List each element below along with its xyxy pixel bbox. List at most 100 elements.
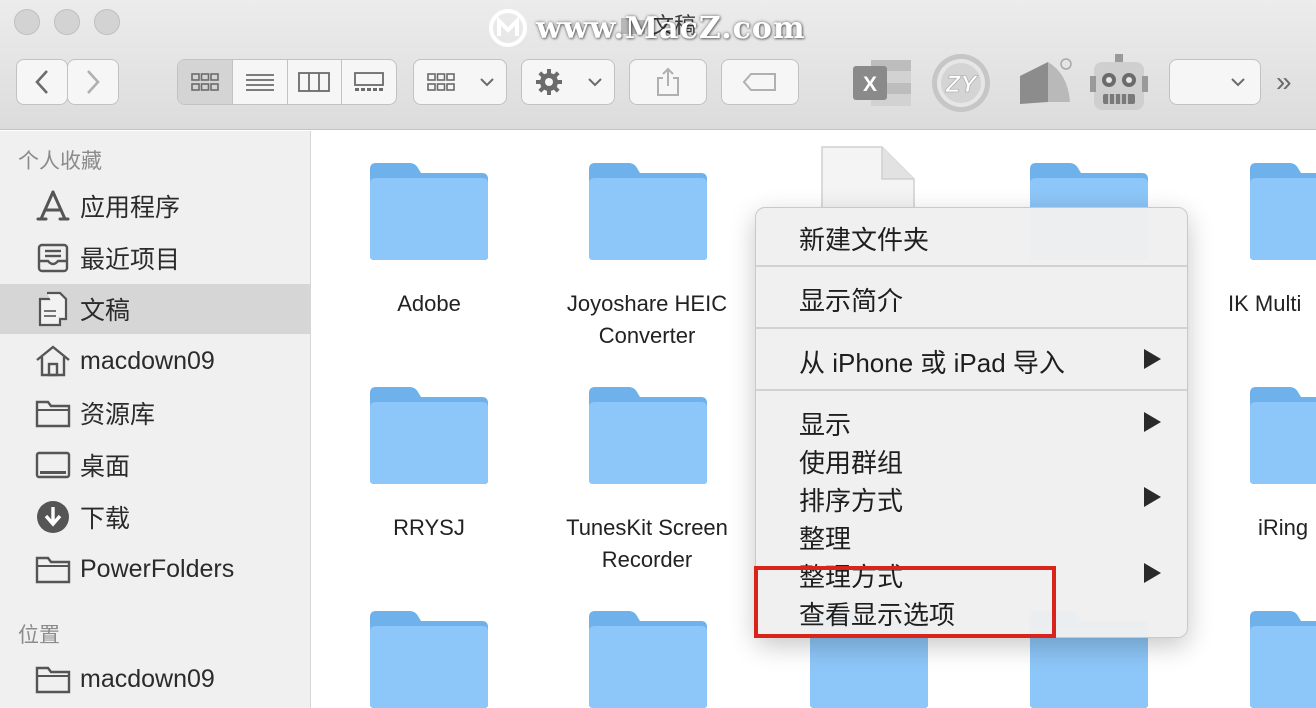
sidebar-item-recents[interactable]: 最近项目 xyxy=(0,233,310,283)
watermark-text: www.MacZ.com xyxy=(536,10,806,46)
folder-icon[interactable] xyxy=(368,385,490,485)
folder-icon[interactable] xyxy=(368,161,490,261)
sidebar-item-powerfolders[interactable]: PowerFolders xyxy=(0,544,310,594)
submenu-arrow-icon xyxy=(1144,563,1161,583)
folder-label-line: Converter xyxy=(598,323,696,348)
folder-icon[interactable] xyxy=(587,385,709,485)
chevron-left-icon xyxy=(35,70,48,94)
excel-icon: X xyxy=(853,60,911,106)
gallery-view-button[interactable] xyxy=(342,60,396,104)
view-mode-control xyxy=(177,59,397,105)
folder-icon[interactable] xyxy=(368,609,490,708)
share-button[interactable] xyxy=(629,59,707,105)
sidebar-item-label: 资源库 xyxy=(80,401,156,429)
share-icon xyxy=(657,67,679,96)
menu-separator xyxy=(756,265,1187,267)
folder-icon xyxy=(34,550,72,588)
applications-icon xyxy=(34,187,72,225)
mosaic-icon xyxy=(1020,58,1072,104)
folder-label-line: Joyoshare HEIC xyxy=(566,291,728,316)
folder-label[interactable]: TunesKit Screen Recorder xyxy=(542,512,752,576)
tag-icon xyxy=(742,73,776,91)
folder-icon[interactable] xyxy=(1248,609,1316,708)
sidebar-item-library[interactable]: 资源库 xyxy=(0,388,310,438)
sidebar-item-applications[interactable]: 应用程序 xyxy=(0,181,310,231)
sidebar-item-label: 应用程序 xyxy=(80,194,181,222)
sidebar-item-home[interactable]: macdown09 xyxy=(0,336,310,386)
downloads-icon xyxy=(34,498,72,536)
menu-item-new-folder[interactable]: 新建文件夹 xyxy=(799,220,929,257)
submenu-arrow-icon xyxy=(1144,412,1161,432)
menu-item-get-info[interactable]: 显示简介 xyxy=(799,281,903,318)
group-by-button[interactable] xyxy=(413,59,507,105)
action-button[interactable] xyxy=(521,59,615,105)
folder-label[interactable]: RRYSJ xyxy=(324,512,534,544)
folder-icon xyxy=(34,394,72,432)
chevron-down-icon xyxy=(587,78,602,87)
robot-app-icon[interactable] xyxy=(1087,52,1151,114)
menu-separator xyxy=(756,389,1187,391)
grid-icon xyxy=(426,73,455,91)
sidebar-item-label: 桌面 xyxy=(80,453,131,481)
recents-icon xyxy=(34,239,72,277)
gallery-icon xyxy=(354,72,385,91)
folder-icon xyxy=(34,660,72,698)
icon-view-button[interactable] xyxy=(178,60,233,104)
toolbar-overflow-icon[interactable]: » xyxy=(1276,66,1292,98)
svg-text:ZY: ZY xyxy=(945,71,979,98)
zy-logo-icon: ZY xyxy=(932,54,990,112)
column-view-button[interactable] xyxy=(288,60,343,104)
forward-button[interactable] xyxy=(67,59,119,105)
sidebar-item-location-macdown09[interactable]: macdown09 xyxy=(0,654,310,704)
folder-label[interactable]: Adobe xyxy=(324,288,534,320)
submenu-arrow-icon xyxy=(1144,349,1161,369)
sidebar-item-label: 最近项目 xyxy=(80,246,181,274)
robot-icon xyxy=(1090,54,1148,110)
chevron-right-icon xyxy=(87,70,100,94)
annotation-highlight-box xyxy=(754,566,1056,638)
zy-app-icon[interactable]: ZY xyxy=(929,52,993,114)
desktop-icon xyxy=(34,446,72,484)
folder-icon[interactable] xyxy=(1248,161,1316,261)
home-icon xyxy=(34,342,72,380)
folder-label-line: Recorder xyxy=(601,547,693,572)
sidebar-item-label: 下载 xyxy=(80,505,131,533)
folder-label[interactable]: Joyoshare HEIC Converter xyxy=(542,288,752,352)
grid-icon xyxy=(191,73,219,91)
menu-separator xyxy=(756,327,1187,329)
svg-text:X: X xyxy=(863,73,877,96)
menu-item-sort-by[interactable]: 排序方式 xyxy=(799,481,903,518)
sidebar-item-label: PowerFolders xyxy=(80,554,235,583)
sidebar-item-label: macdown09 xyxy=(80,346,215,375)
watermark: www.MacZ.com xyxy=(488,6,806,50)
sidebar-item-downloads[interactable]: 下载 xyxy=(0,492,310,542)
sidebar-item-desktop[interactable]: 桌面 xyxy=(0,440,310,490)
menu-item-use-groups[interactable]: 使用群组 xyxy=(799,443,903,480)
columns-icon xyxy=(298,72,331,92)
folder-icon[interactable] xyxy=(587,161,709,261)
sidebar-item-label: 文稿 xyxy=(80,297,131,325)
menu-item-import-from-iphone[interactable]: 从 iPhone 或 iPad 导入 xyxy=(799,343,1065,380)
chevron-down-icon xyxy=(479,78,494,87)
folder-icon[interactable] xyxy=(587,609,709,708)
tags-button[interactable] xyxy=(721,59,799,105)
folder-label-line: TunesKit Screen xyxy=(566,515,728,540)
toolbar-dropdown[interactable] xyxy=(1169,59,1261,105)
menu-item-show-view[interactable]: 显示 xyxy=(799,405,851,442)
mosaic-app-icon[interactable] xyxy=(1013,52,1077,114)
back-button[interactable] xyxy=(16,59,68,105)
folder-label[interactable]: IK Multi xyxy=(1228,288,1316,320)
folder-label[interactable]: iRing xyxy=(1258,512,1316,544)
excel-app-icon[interactable]: X xyxy=(850,52,914,114)
list-icon xyxy=(245,74,274,91)
documents-icon xyxy=(34,290,72,328)
sidebar-item-label: macdown09 xyxy=(80,664,215,693)
folder-icon[interactable] xyxy=(1248,385,1316,485)
chevron-down-icon xyxy=(1231,78,1245,87)
list-view-button[interactable] xyxy=(233,60,288,104)
menu-item-clean-up[interactable]: 整理 xyxy=(799,519,851,556)
sidebar-item-documents[interactable]: 文稿 xyxy=(0,284,310,334)
locations-header: 位置 xyxy=(18,624,60,647)
favorites-header: 个人收藏 xyxy=(18,150,102,173)
toolbar: 文稿 www.MacZ.com X ZY » xyxy=(0,0,1316,130)
